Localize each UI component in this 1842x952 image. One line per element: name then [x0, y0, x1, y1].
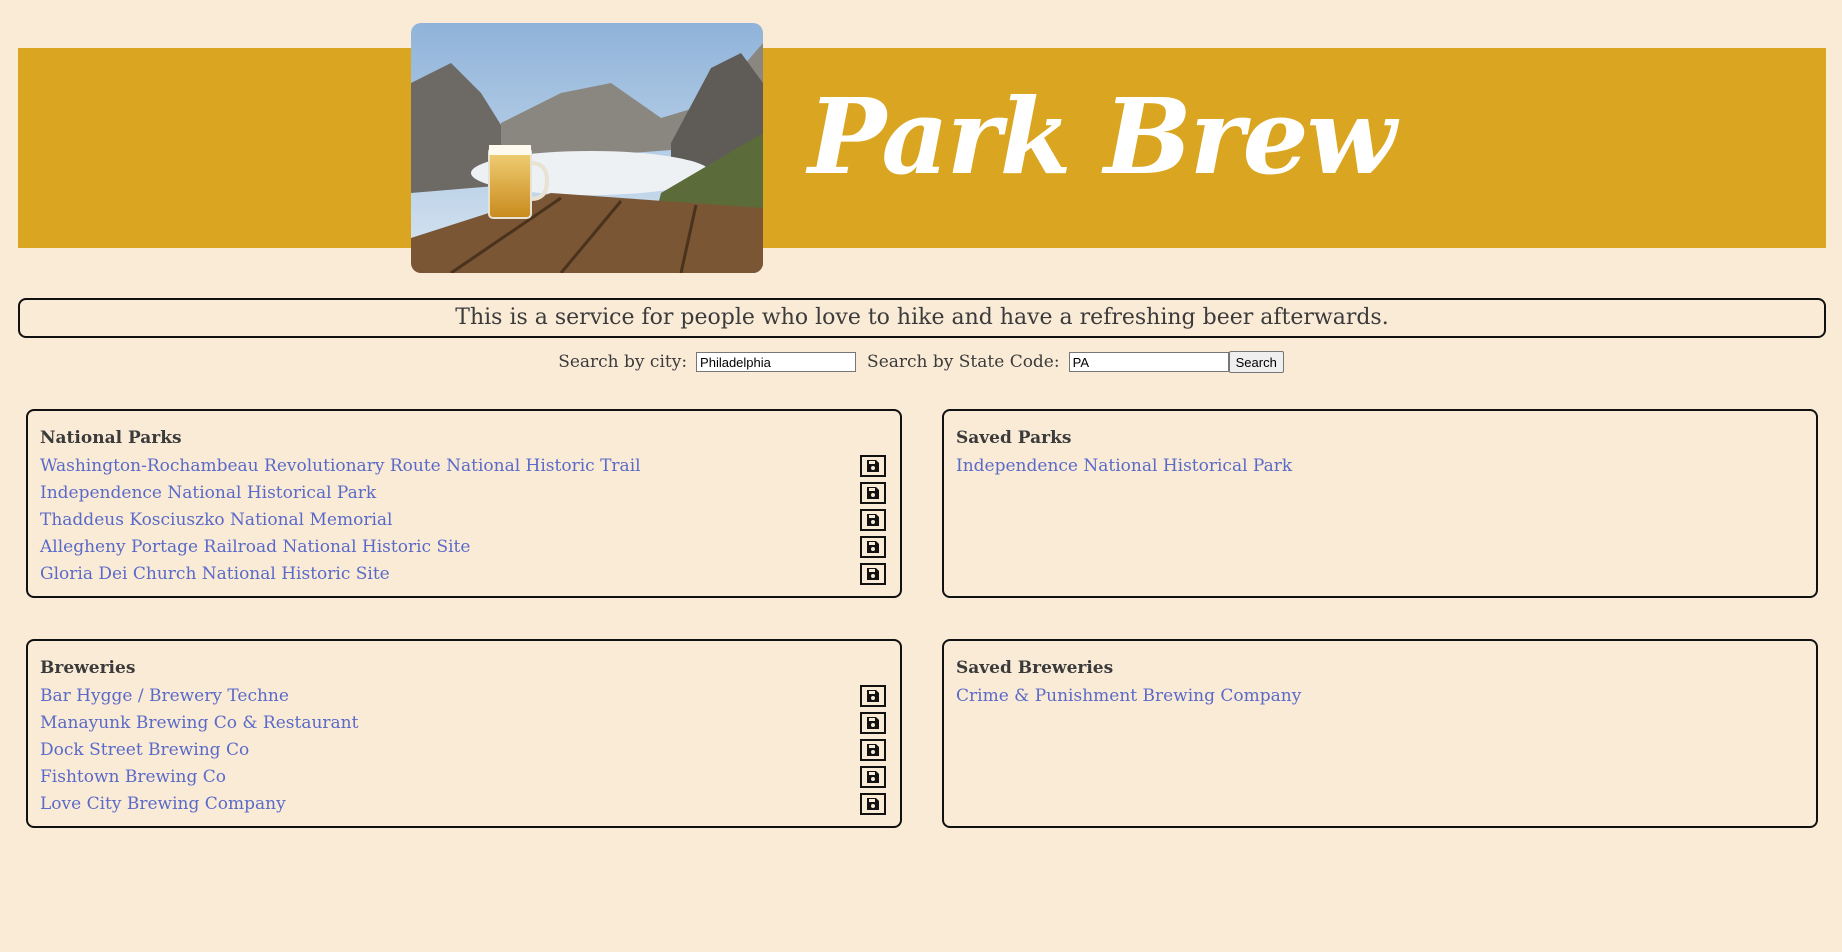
save-button[interactable]: [860, 454, 886, 477]
brewery-link[interactable]: Fishtown Brewing Co: [40, 767, 226, 787]
saved-brewery-link[interactable]: Crime & Punishment Brewing Company: [956, 686, 1301, 706]
brewery-link[interactable]: Dock Street Brewing Co: [40, 740, 249, 760]
park-link[interactable]: Washington-Rochambeau Revolutionary Rout…: [40, 456, 641, 476]
save-button[interactable]: [860, 684, 886, 707]
floppy-disk-icon: [867, 540, 879, 553]
save-button[interactable]: [860, 508, 886, 531]
floppy-disk-icon: [867, 770, 879, 783]
park-link[interactable]: Thaddeus Kosciuszko National Memorial: [40, 510, 392, 530]
list-item: Thaddeus Kosciuszko National Memorial: [40, 506, 888, 533]
save-button[interactable]: [860, 481, 886, 504]
site-title: Park Brew: [808, 75, 1396, 198]
saved-parks-panel: Saved Parks Independence National Histor…: [942, 409, 1818, 598]
list-item: Independence National Historical Park: [40, 479, 888, 506]
floppy-disk-icon: [867, 716, 879, 729]
list-item: Dock Street Brewing Co: [40, 736, 888, 763]
list-item: Crime & Punishment Brewing Company: [956, 682, 1804, 709]
city-input[interactable]: [696, 352, 857, 372]
breweries-list: Bar Hygge / Brewery Techne Manayunk Brew…: [40, 682, 888, 817]
saved-breweries-panel: Saved Breweries Crime & Punishment Brewi…: [942, 639, 1818, 828]
save-button[interactable]: [860, 711, 886, 734]
city-label: Search by city:: [558, 352, 688, 372]
saved-parks-list: Independence National Historical Park: [956, 452, 1804, 479]
list-item: Washington-Rochambeau Revolutionary Rout…: [40, 452, 888, 479]
list-item: Manayunk Brewing Co & Restaurant: [40, 709, 888, 736]
list-item: Love City Brewing Company: [40, 790, 888, 817]
saved-park-link[interactable]: Independence National Historical Park: [956, 456, 1292, 476]
list-item: Independence National Historical Park: [956, 452, 1804, 479]
save-button[interactable]: [860, 562, 886, 585]
tagline: This is a service for people who love to…: [18, 298, 1826, 338]
list-item: Bar Hygge / Brewery Techne: [40, 682, 888, 709]
park-link[interactable]: Independence National Historical Park: [40, 483, 376, 503]
save-button[interactable]: [860, 792, 886, 815]
brewery-link[interactable]: Love City Brewing Company: [40, 794, 286, 814]
save-button[interactable]: [860, 738, 886, 761]
search-form: Search by city: Search by State Code: Se…: [0, 349, 1842, 375]
floppy-disk-icon: [867, 797, 879, 810]
national-parks-heading: National Parks: [40, 428, 182, 448]
saved-parks-heading: Saved Parks: [956, 428, 1072, 448]
saved-breweries-heading: Saved Breweries: [956, 658, 1114, 678]
park-link[interactable]: Gloria Dei Church National Historic Site: [40, 564, 390, 584]
floppy-disk-icon: [867, 486, 879, 499]
list-item: Allegheny Portage Railroad National Hist…: [40, 533, 888, 560]
search-button[interactable]: Search: [1228, 351, 1284, 373]
save-button[interactable]: [860, 765, 886, 788]
floppy-disk-icon: [867, 689, 879, 702]
list-item: Fishtown Brewing Co: [40, 763, 888, 790]
breweries-heading: Breweries: [40, 658, 136, 678]
breweries-panel: Breweries Bar Hygge / Brewery Techne Man…: [26, 639, 902, 828]
floppy-disk-icon: [867, 513, 879, 526]
brewery-link[interactable]: Manayunk Brewing Co & Restaurant: [40, 713, 358, 733]
list-item: Gloria Dei Church National Historic Site: [40, 560, 888, 587]
save-button[interactable]: [860, 535, 886, 558]
brewery-link[interactable]: Bar Hygge / Brewery Techne: [40, 686, 289, 706]
floppy-disk-icon: [867, 743, 879, 756]
state-label: Search by State Code:: [867, 352, 1060, 372]
floppy-disk-icon: [867, 567, 879, 580]
saved-breweries-list: Crime & Punishment Brewing Company: [956, 682, 1804, 709]
hero-image: [411, 23, 763, 273]
national-parks-panel: National Parks Washington-Rochambeau Rev…: [26, 409, 902, 598]
floppy-disk-icon: [867, 459, 879, 472]
park-link[interactable]: Allegheny Portage Railroad National Hist…: [40, 537, 470, 557]
state-code-input[interactable]: [1068, 352, 1229, 372]
national-parks-list: Washington-Rochambeau Revolutionary Rout…: [40, 452, 888, 587]
